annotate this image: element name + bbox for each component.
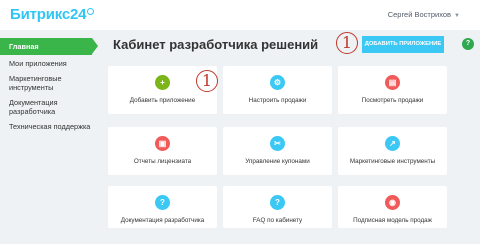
card-developer-docs[interactable]: ? Документация разработчика [108, 186, 217, 228]
sales-icon: ▤ [385, 75, 400, 90]
sidebar-item-marketing-tools[interactable]: Маркетинговые инструменты [0, 72, 104, 94]
help-icon[interactable]: ? [462, 38, 474, 50]
user-name: Сергей Вострихов [387, 10, 452, 19]
card-label: Добавить приложение [129, 97, 196, 104]
page-title: Кабинет разработчика решений [113, 37, 319, 52]
card-label: Управление купонами [245, 158, 310, 165]
coupon-icon: ✂ [270, 136, 285, 151]
card-label: Настроить продажи [248, 97, 307, 104]
faq-icon: ? [270, 195, 285, 210]
card-label: FAQ по кабинету [252, 217, 303, 224]
card-configure-sales[interactable]: ⚙ Настроить продажи [223, 66, 332, 114]
user-menu[interactable]: Сергей Вострихов ▼ [388, 10, 460, 19]
logo-suffix-text: 24 [69, 6, 87, 23]
sidebar-item-developer-docs[interactable]: Документация разработчика [0, 96, 104, 118]
card-label: Посмотреть продажи [361, 97, 424, 104]
card-subscription-model[interactable]: ◉ Подписная модель продаж [338, 186, 447, 228]
bitrix24-logo[interactable]: Битрикс24 [10, 6, 95, 23]
plus-icon: + [155, 75, 170, 90]
chart-icon: ↗ [385, 136, 400, 151]
add-application-button[interactable]: ДОБАВИТЬ ПРИЛОЖЕНИЕ [362, 36, 444, 53]
card-coupon-management[interactable]: ✂ Управление купонами [223, 127, 332, 175]
card-licensee-reports[interactable]: ▣ Отчеты лицензиата [108, 127, 217, 175]
report-icon: ▣ [155, 136, 170, 151]
card-view-sales[interactable]: ▤ Посмотреть продажи [338, 66, 447, 114]
subscription-icon: ◉ [385, 195, 400, 210]
annotation-marker: 1 [336, 32, 358, 54]
question-icon: ? [155, 195, 170, 210]
top-bar: Битрикс24 Сергей Вострихов ▼ [0, 0, 480, 30]
card-marketing-tools[interactable]: ↗ Маркетинговые инструменты [338, 127, 447, 175]
annotation-marker: 1 [196, 70, 218, 92]
card-faq[interactable]: ? FAQ по кабинету [223, 186, 332, 228]
settings-icon: ⚙ [270, 75, 285, 90]
sidebar: Главная Мои приложения Маркетинговые инс… [0, 38, 104, 135]
card-label: Документация разработчика [120, 217, 205, 224]
clock-icon [87, 8, 95, 15]
sidebar-item-tech-support[interactable]: Техническая поддержка [0, 120, 104, 133]
sidebar-item-home[interactable]: Главная [0, 38, 98, 55]
logo-main-text: Битрикс [10, 6, 70, 23]
card-label: Отчеты лицензиата [133, 158, 192, 165]
sidebar-item-my-apps[interactable]: Мои приложения [0, 57, 104, 70]
card-label: Маркетинговые инструменты [349, 158, 436, 165]
card-label: Подписная модель продаж [353, 217, 432, 224]
chevron-down-icon: ▼ [454, 13, 460, 19]
